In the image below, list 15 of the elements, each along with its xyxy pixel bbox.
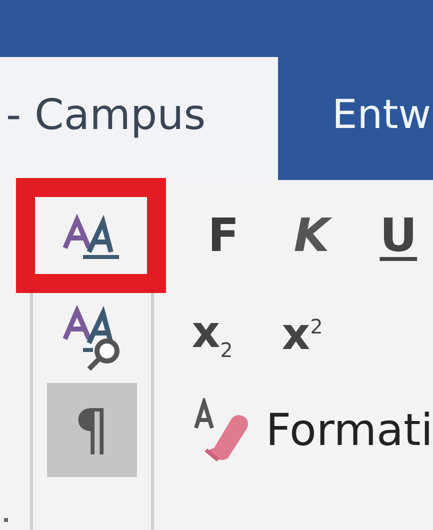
ribbon-tab[interactable]: - Campus [0,57,278,180]
underline-button[interactable]: U [364,212,424,258]
styles-button[interactable] [62,214,121,260]
bold-button[interactable]: F [192,212,278,258]
superscript-button[interactable]: x$^{2}$ [282,313,372,357]
letter-pair-icon [62,214,121,260]
ribbon-tab[interactable]: Entw [278,57,433,180]
formatting-marks-button[interactable]: ¶ [46,383,137,477]
clear-formatting-button[interactable]: Formati [192,398,433,462]
italic-button[interactable]: K [278,212,364,258]
magnifier-icon [62,305,121,371]
subscript-button[interactable]: x$_{2}$ [192,310,282,360]
dot-mark [4,518,8,522]
eraser-icon [192,398,250,462]
style-inspector-button[interactable] [62,305,121,371]
